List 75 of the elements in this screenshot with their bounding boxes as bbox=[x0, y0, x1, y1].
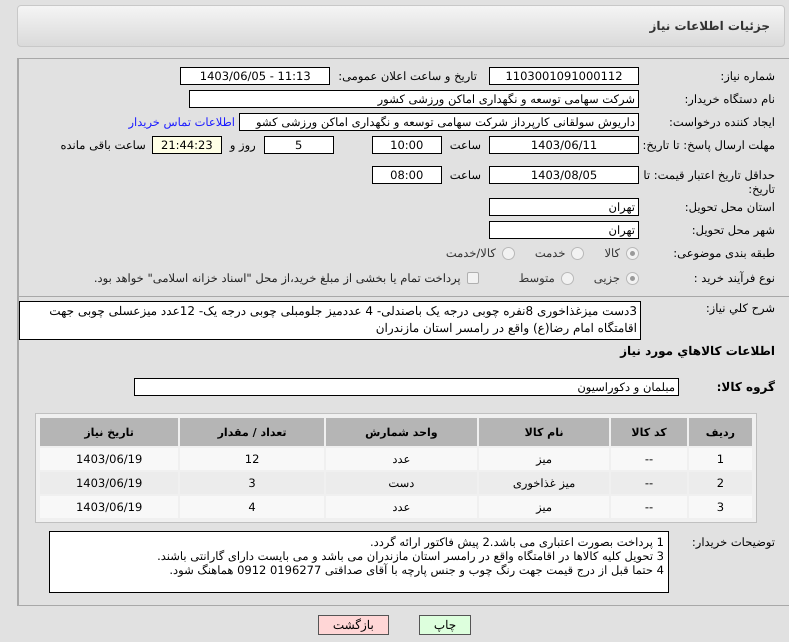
column-header: تاریخ نیاز bbox=[40, 418, 178, 446]
remaining-label: ساعت باقی مانده bbox=[60, 137, 147, 152]
radio-button[interactable] bbox=[626, 272, 639, 284]
radio-label: جزیی bbox=[594, 271, 620, 285]
table-cell: میز bbox=[478, 496, 610, 518]
field-label: شرح کلي نياز: bbox=[704, 300, 776, 315]
deadline-time-field: 10:00 bbox=[372, 136, 442, 154]
note-line: 1 پرداخت بصورت اعتباری می باشد.2 پیش فاکتور ارائه گردد. bbox=[369, 535, 664, 549]
table-cell: -- bbox=[611, 496, 687, 518]
field-label: تاریخ و ساعت اعلان عمومی: bbox=[337, 68, 478, 83]
column-header: کد کالا bbox=[611, 418, 687, 446]
table-cell: -- bbox=[611, 448, 687, 470]
remaining-time-field: 21:44:23 bbox=[152, 136, 222, 154]
time-label: ساعت bbox=[448, 137, 482, 152]
table-cell: 1 bbox=[688, 448, 752, 470]
field-label: نام دستگاه خریدار: bbox=[683, 91, 776, 106]
note-line: 4 حتما قبل از درج قیمت جهت رنگ چوب و جنس پارچه با آقای صداقتی 0196277 0912 هماهنگ شود. bbox=[168, 563, 664, 577]
column-header: ردیف bbox=[688, 418, 752, 446]
radio-label: کالا bbox=[604, 246, 620, 260]
table-cell: دست bbox=[326, 472, 477, 494]
field-label: حداقل تاریخ اعتبار قیمت: تا تاریخ: bbox=[642, 167, 776, 196]
radio-button[interactable] bbox=[560, 272, 574, 284]
field-label: شهر محل تحویل: bbox=[690, 222, 776, 237]
radio-button[interactable] bbox=[571, 246, 584, 260]
back-button[interactable]: بازگشت bbox=[318, 615, 389, 635]
goods-group-field: مبلمان و دکوراسیون bbox=[134, 378, 679, 396]
time-label: ساعت bbox=[448, 167, 482, 182]
province-field: تهران bbox=[489, 198, 639, 216]
section-heading: اطلاعات كالاهاي مورد نياز bbox=[620, 344, 775, 358]
creator-field: داریوش سولقانی کارپرداز شرکت سهامی توسعه و نگهداری اماکن ورزشی کشو bbox=[239, 113, 639, 131]
table-cell: 1403/06/19 bbox=[40, 472, 178, 494]
table-cell: عدد bbox=[326, 496, 477, 518]
field-label: مهلت ارسال پاسخ: تا تاریخ: bbox=[641, 137, 776, 152]
table-cell: 2 bbox=[688, 472, 752, 494]
table-cell: 3 bbox=[180, 472, 324, 494]
column-header: تعداد / مقدار bbox=[180, 418, 324, 446]
radio-label: متوسط bbox=[518, 271, 555, 285]
description-field: 3دست میزغذاخوری 8نفره چوبی درجه یک باصندلی- 4 عددمیز جلومبلی چوبی درجه یک- 12عدد میزعسلی چوبی جهت اقامتگاه امام رضا(ع) واقع در رامسر استان مازندران bbox=[19, 301, 641, 340]
field-label: نوع فرآیند خرید : bbox=[692, 270, 776, 285]
field-label: استان محل تحویل: bbox=[684, 199, 776, 214]
field-label: ایجاد کننده درخواست: bbox=[668, 114, 776, 129]
table-cell: 1403/06/19 bbox=[40, 496, 178, 518]
checkbox[interactable] bbox=[466, 272, 479, 284]
field-label: گروه کالا: bbox=[716, 379, 776, 394]
note-line: 3 تحویل کلیه کالاها در اقامتگاه واقع در رامسر استان مازندران می باشد و می بایست دارای گارانتی باشند. bbox=[156, 549, 664, 563]
field-label: شماره نیاز: bbox=[719, 68, 776, 83]
table-cell: 3 bbox=[688, 496, 752, 518]
days-field: 5 bbox=[264, 136, 334, 154]
column-header: واحد شمارش bbox=[326, 418, 477, 446]
radio-label: خدمت bbox=[534, 246, 566, 260]
validity-date-field: 1403/08/05 bbox=[489, 166, 639, 184]
buyer-contact-link[interactable]: اطلاعات تماس خریدار bbox=[128, 111, 239, 129]
radio-button[interactable] bbox=[626, 246, 639, 260]
table-cell: میز غذاخوری bbox=[478, 472, 610, 494]
page-title: جزئیات اطلاعات نیاز bbox=[649, 19, 770, 33]
city-field: تهران bbox=[489, 221, 639, 239]
table-cell: میز bbox=[478, 448, 610, 470]
buyer-field: شرکت سهامی توسعه و نگهداری اماکن ورزشی کشور bbox=[189, 90, 639, 108]
need-number-field: 1103001091000112 bbox=[489, 67, 639, 85]
table-cell: 4 bbox=[180, 496, 324, 518]
deadline-date-field: 1403/06/11 bbox=[489, 136, 639, 154]
column-header: نام کالا bbox=[478, 418, 610, 446]
field-label: توضیحات خریدار: bbox=[690, 534, 776, 549]
table-cell: عدد bbox=[326, 448, 477, 470]
print-button[interactable]: چاپ bbox=[418, 615, 472, 635]
days-label: روز و bbox=[228, 137, 257, 152]
validity-time-field: 08:00 bbox=[372, 166, 442, 184]
checkbox-label: پرداخت تمام یا بخشی از مبلغ خرید،از محل "اسناد خزانه اسلامی" خواهد بود. bbox=[94, 271, 461, 285]
announce-date-field: 1403/06/05 - 11:13 bbox=[180, 67, 330, 85]
radio-label: کالا/خدمت bbox=[446, 246, 496, 260]
field-label: طبقه بندی موضوعی: bbox=[672, 245, 776, 260]
table-cell: -- bbox=[611, 472, 687, 494]
table-cell: 12 bbox=[180, 448, 324, 470]
table-cell: 1403/06/19 bbox=[40, 448, 178, 470]
radio-button[interactable] bbox=[502, 246, 515, 260]
